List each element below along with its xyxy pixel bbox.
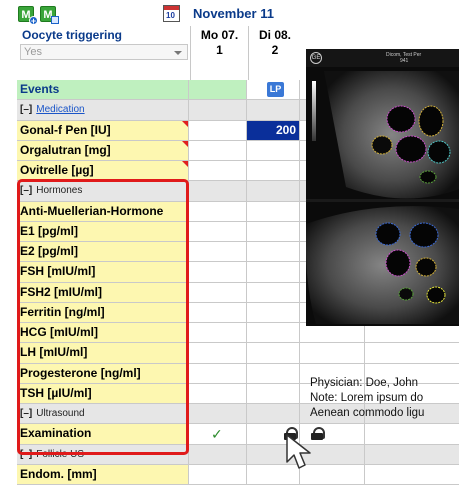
section-label: Ultrasound bbox=[36, 408, 85, 419]
edit-measurement-icon[interactable]: M bbox=[40, 6, 59, 24]
grid-cell[interactable] bbox=[189, 343, 247, 363]
grid-cell[interactable]: LP bbox=[247, 80, 300, 100]
collapse-toggle[interactable]: [–] bbox=[20, 104, 32, 115]
grid-cell[interactable] bbox=[189, 262, 247, 282]
plus-icon: + bbox=[29, 16, 38, 26]
oocyte-triggering-value: Yes bbox=[24, 46, 42, 58]
add-measurement-icon[interactable]: M + bbox=[18, 6, 38, 26]
grid-cell[interactable] bbox=[247, 161, 300, 181]
grid-cell[interactable] bbox=[189, 161, 247, 181]
ultrasound-image-preview[interactable]: GE Dicom, Test Per 941 bbox=[306, 49, 459, 326]
row-label[interactable]: TSH [µIU/ml] bbox=[17, 383, 189, 403]
row-label[interactable]: E1 [pg/ml] bbox=[17, 221, 189, 241]
month-title: November 11 bbox=[193, 6, 274, 21]
chevron-down-icon bbox=[174, 51, 182, 55]
checkmark-icon: ✓ bbox=[211, 426, 223, 443]
row-label[interactable]: E2 [pg/ml] bbox=[17, 242, 189, 262]
lp-event-badge[interactable]: LP bbox=[267, 82, 284, 97]
collapse-toggle[interactable]: [–] bbox=[20, 185, 32, 196]
grid-cell[interactable] bbox=[189, 302, 247, 322]
grid-cell[interactable] bbox=[189, 464, 247, 484]
grid-cell[interactable] bbox=[189, 242, 247, 262]
row-label[interactable]: FSH [mIU/ml] bbox=[17, 262, 189, 282]
calendar-icon-text: 10 bbox=[166, 11, 175, 20]
calculator-icon bbox=[51, 16, 59, 24]
row-label[interactable]: FSH2 [mIU/ml] bbox=[17, 282, 189, 302]
events-label: Events bbox=[17, 80, 189, 100]
day-column-header[interactable]: Mo 07. 1 bbox=[190, 26, 248, 80]
grid-cell[interactable] bbox=[189, 383, 247, 403]
grid-cell[interactable] bbox=[247, 140, 300, 160]
examination-row: Examination ✓ bbox=[17, 424, 459, 445]
grid-cell[interactable] bbox=[189, 201, 247, 221]
grid-cell[interactable] bbox=[189, 140, 247, 160]
grid-cell[interactable] bbox=[189, 323, 247, 343]
grid-cell[interactable] bbox=[189, 80, 247, 100]
grid-cell[interactable] bbox=[247, 343, 300, 363]
grid-cell[interactable] bbox=[247, 201, 300, 221]
hormone-row: LH [mIU/ml] bbox=[17, 343, 459, 364]
grid-cell[interactable] bbox=[189, 120, 247, 140]
collapse-toggle[interactable]: [–] bbox=[20, 408, 32, 419]
row-label[interactable]: Ovitrelle [µg] bbox=[17, 161, 189, 181]
row-label[interactable]: Gonal-f Pen [IU] bbox=[17, 120, 189, 140]
note-detail-text: Aenean commodo ligu bbox=[310, 407, 425, 419]
row-label[interactable]: Examination bbox=[17, 424, 189, 444]
row-label[interactable]: Ferritin [ng/ml] bbox=[17, 302, 189, 322]
section-label: Hormones bbox=[36, 185, 83, 197]
oocyte-triggering-label: Oocyte triggering bbox=[22, 28, 123, 42]
grid-cell[interactable] bbox=[247, 262, 300, 282]
row-label[interactable]: Endom. [mm] bbox=[17, 464, 189, 484]
calendar-icon[interactable]: 10 bbox=[163, 5, 180, 22]
note-text: Note: Lorem ipsum do bbox=[310, 392, 424, 404]
grid-cell-selected[interactable]: 200 bbox=[247, 120, 300, 140]
follicle-section-header[interactable]: [–] Follicle US bbox=[17, 444, 459, 465]
grid-cell[interactable] bbox=[247, 221, 300, 241]
collapse-toggle[interactable]: [–] bbox=[20, 449, 32, 460]
grid-cell[interactable] bbox=[247, 282, 300, 302]
physician-text: Physician: Doe, John bbox=[310, 377, 419, 389]
exam-info-panel: Physician: Doe, John Note: Lorem ipsum d… bbox=[310, 376, 424, 421]
hormone-row: HCG [mIU/ml] bbox=[17, 323, 459, 344]
row-label[interactable]: Anti-Muellerian-Hormone bbox=[17, 201, 189, 221]
row-label[interactable]: Progesterone [ng/ml] bbox=[17, 363, 189, 383]
ultrasound-scan-image bbox=[306, 71, 459, 324]
grid-cell[interactable] bbox=[189, 363, 247, 383]
grid-cell[interactable] bbox=[247, 302, 300, 322]
row-label[interactable]: LH [mIU/ml] bbox=[17, 343, 189, 363]
grid-cell[interactable] bbox=[247, 363, 300, 383]
section-label[interactable]: Medication bbox=[36, 104, 84, 115]
grid-cell[interactable] bbox=[247, 242, 300, 262]
oocyte-triggering-select[interactable]: Yes bbox=[20, 44, 188, 60]
row-label[interactable]: Orgalutran [mg] bbox=[17, 140, 189, 160]
day-number: 1 bbox=[216, 43, 223, 57]
endometrium-row: Endom. [mm] bbox=[17, 464, 459, 485]
day-column-header[interactable]: Di 08. 2 bbox=[248, 26, 301, 80]
grid-cell[interactable] bbox=[189, 221, 247, 241]
day-weekday: Di 08. bbox=[258, 28, 291, 42]
day-number: 2 bbox=[271, 43, 279, 57]
grid-cell[interactable] bbox=[247, 383, 300, 403]
grid-cell[interactable] bbox=[189, 282, 247, 302]
mouse-pointer-icon bbox=[286, 434, 311, 469]
section-label: Follicle US bbox=[36, 448, 85, 460]
grid-cell[interactable] bbox=[300, 343, 365, 363]
grid-cell[interactable]: ✓ bbox=[189, 424, 247, 444]
grid-cell[interactable] bbox=[247, 323, 300, 343]
row-label[interactable]: HCG [mIU/ml] bbox=[17, 323, 189, 343]
day-weekday: Mo 07. bbox=[200, 28, 239, 42]
